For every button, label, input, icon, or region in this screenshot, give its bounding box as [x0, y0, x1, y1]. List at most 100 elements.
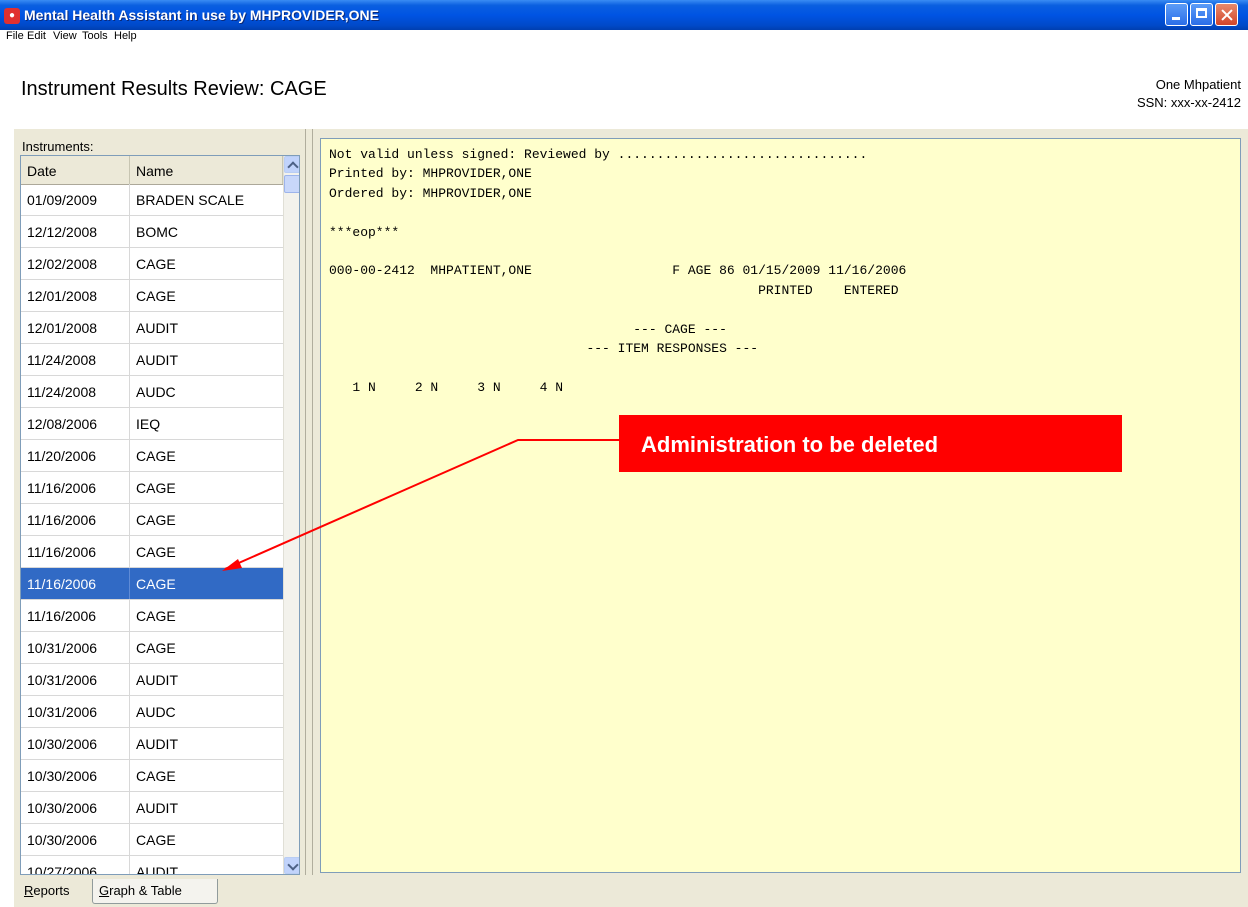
menu-bar: File Edit View Tools Help	[0, 30, 1248, 60]
annotation-callout: Administration to be deleted	[619, 415, 1122, 472]
menu-view[interactable]: View	[53, 30, 77, 42]
instruments-label: Instruments:	[22, 139, 94, 154]
menu-edit[interactable]: Edit	[27, 30, 46, 42]
row-name: CAGE	[136, 288, 176, 304]
report-line	[329, 203, 1240, 222]
row-name: CAGE	[136, 544, 176, 560]
main-area: Instruments: Date Name 01/09/2009 BRADEN …	[14, 129, 1248, 877]
page-title: Instrument Results Review: CAGE	[21, 78, 327, 100]
report-line: Not valid unless signed: Reviewed by ...…	[329, 147, 868, 162]
row-date: 12/01/2008	[21, 312, 130, 343]
row-date: 11/16/2006	[21, 504, 130, 535]
report-line: Printed by: MHPROVIDER,ONE	[329, 166, 532, 182]
row-name: AUDIT	[136, 736, 178, 752]
row-date: 10/30/2006	[21, 728, 130, 759]
report-line	[329, 242, 1240, 261]
table-row[interactable]: 10/30/2006 AUDIT	[21, 728, 283, 760]
report-line: 000-00-2412 MHPATIENT,ONE F AGE 86 01/15…	[329, 263, 907, 279]
menu-file[interactable]: File	[6, 30, 24, 42]
row-name: IEQ	[136, 416, 161, 432]
report-panel[interactable]: Not valid unless signed: Reviewed by ...…	[320, 138, 1241, 873]
row-name: CAGE	[136, 768, 176, 784]
row-name: CAGE	[136, 480, 176, 496]
table-row[interactable]: 11/16/2006 CAGE	[21, 472, 283, 504]
scroll-up-button[interactable]	[284, 156, 299, 173]
table-row[interactable]: 12/01/2008 CAGE	[21, 280, 283, 312]
table-row[interactable]: 12/01/2008 AUDIT	[21, 312, 283, 344]
table-row[interactable]: 11/24/2008 AUDC	[21, 376, 283, 408]
report-line: --- CAGE ---	[329, 321, 727, 337]
tab-graph-table[interactable]: Graph & Table	[92, 879, 218, 904]
row-date: 11/16/2006	[21, 600, 130, 631]
table-row[interactable]: 10/27/2006 AUDIT	[21, 856, 283, 875]
row-date: 01/09/2009	[21, 184, 130, 215]
row-name: CAGE	[136, 256, 176, 272]
instrument-rows: 01/09/2009 BRADEN SCALE 12/12/2008 BOMC 12/0…	[21, 184, 283, 875]
row-name: BOMC	[136, 224, 178, 240]
instruments-list[interactable]: Date Name 01/09/2009 BRADEN SCALE 12/12/20…	[20, 155, 300, 875]
table-row[interactable]: 01/09/2009 BRADEN SCALE	[21, 184, 283, 216]
row-name: BRADEN SCALE	[136, 192, 245, 208]
row-name: AUDIT	[136, 672, 178, 688]
tab-bar: Reports Graph & Table	[14, 877, 1248, 907]
row-date: 12/02/2008	[21, 248, 130, 279]
table-row[interactable]: 11/24/2008 AUDIT	[21, 344, 283, 376]
table-row[interactable]: 10/31/2006 AUDC	[21, 696, 283, 728]
column-header-date[interactable]: Date	[21, 156, 130, 184]
table-row[interactable]: 11/16/2006 CAGE	[21, 600, 283, 632]
row-date: 10/30/2006	[21, 824, 130, 855]
row-date: 12/01/2008	[21, 280, 130, 311]
panel-splitter[interactable]	[305, 129, 313, 875]
table-row[interactable]: 11/16/2006 CAGE	[21, 504, 283, 536]
row-name: CAGE	[136, 832, 176, 848]
table-row[interactable]: 12/02/2008 CAGE	[21, 248, 283, 280]
table-row[interactable]: 11/16/2006 CAGE	[21, 536, 283, 568]
instruments-panel: Instruments: Date Name 01/09/2009 BRADEN …	[14, 129, 304, 875]
table-row[interactable]: 10/31/2006 CAGE	[21, 632, 283, 664]
report-line: Ordered by: MHPROVIDER,ONE	[329, 185, 532, 201]
row-date: 11/24/2008	[21, 344, 130, 375]
row-name: AUDC	[136, 704, 176, 720]
window-title: Mental Health Assistant in use by MHPROV…	[24, 7, 379, 23]
maximize-button[interactable]	[1190, 3, 1213, 26]
table-row[interactable]: 11/20/2006 CAGE	[21, 440, 283, 472]
table-row[interactable]: 10/31/2006 AUDIT	[21, 664, 283, 696]
menu-tools[interactable]: Tools	[82, 30, 108, 42]
report-line: 1 N 2 N 3 N 4 N	[329, 379, 564, 395]
report-line	[329, 300, 1240, 319]
table-row[interactable]: 10/30/2006 CAGE	[21, 760, 283, 792]
close-button[interactable]	[1215, 3, 1238, 26]
row-name: AUDIT	[136, 320, 178, 336]
row-name: CAGE	[136, 448, 176, 464]
table-row[interactable]: 11/16/2006 CAGE	[21, 568, 283, 600]
report-text: Not valid unless signed: Reviewed by ...…	[321, 139, 1240, 397]
scroll-thumb[interactable]	[284, 175, 299, 193]
row-date: 11/20/2006	[21, 440, 130, 471]
scroll-down-button[interactable]	[284, 857, 299, 874]
menu-help[interactable]: Help	[114, 30, 137, 42]
table-row[interactable]: 10/30/2006 AUDIT	[21, 792, 283, 824]
list-scrollbar[interactable]	[283, 156, 299, 874]
patient-ssn: SSN: xxx-xx-2412	[1136, 95, 1241, 110]
row-name: CAGE	[136, 512, 176, 528]
patient-name: One Mhpatient	[1155, 77, 1241, 92]
row-date: 10/30/2006	[21, 760, 130, 791]
minimize-button[interactable]	[1165, 3, 1188, 26]
row-date: 12/08/2006	[21, 408, 130, 439]
report-line: --- ITEM RESPONSES ---	[329, 341, 759, 357]
table-row[interactable]: 12/12/2008 BOMC	[21, 216, 283, 248]
report-line: PRINTED ENTERED	[329, 282, 899, 298]
row-name: CAGE	[136, 576, 176, 592]
app-icon[interactable]: ●	[4, 8, 20, 24]
report-line	[329, 358, 1240, 377]
column-header-name[interactable]: Name	[130, 156, 283, 184]
table-row[interactable]: 10/30/2006 CAGE	[21, 824, 283, 856]
row-date: 11/16/2006	[21, 568, 130, 599]
row-name: AUDIT	[136, 864, 178, 875]
row-date: 10/31/2006	[21, 632, 130, 663]
table-row[interactable]: 12/08/2006 IEQ	[21, 408, 283, 440]
row-date: 12/12/2008	[21, 216, 130, 247]
tab-reports[interactable]: Reports	[18, 877, 91, 905]
row-date: 10/30/2006	[21, 792, 130, 823]
title-bar: ● Mental Health Assistant in use by MHPR…	[0, 0, 1248, 30]
